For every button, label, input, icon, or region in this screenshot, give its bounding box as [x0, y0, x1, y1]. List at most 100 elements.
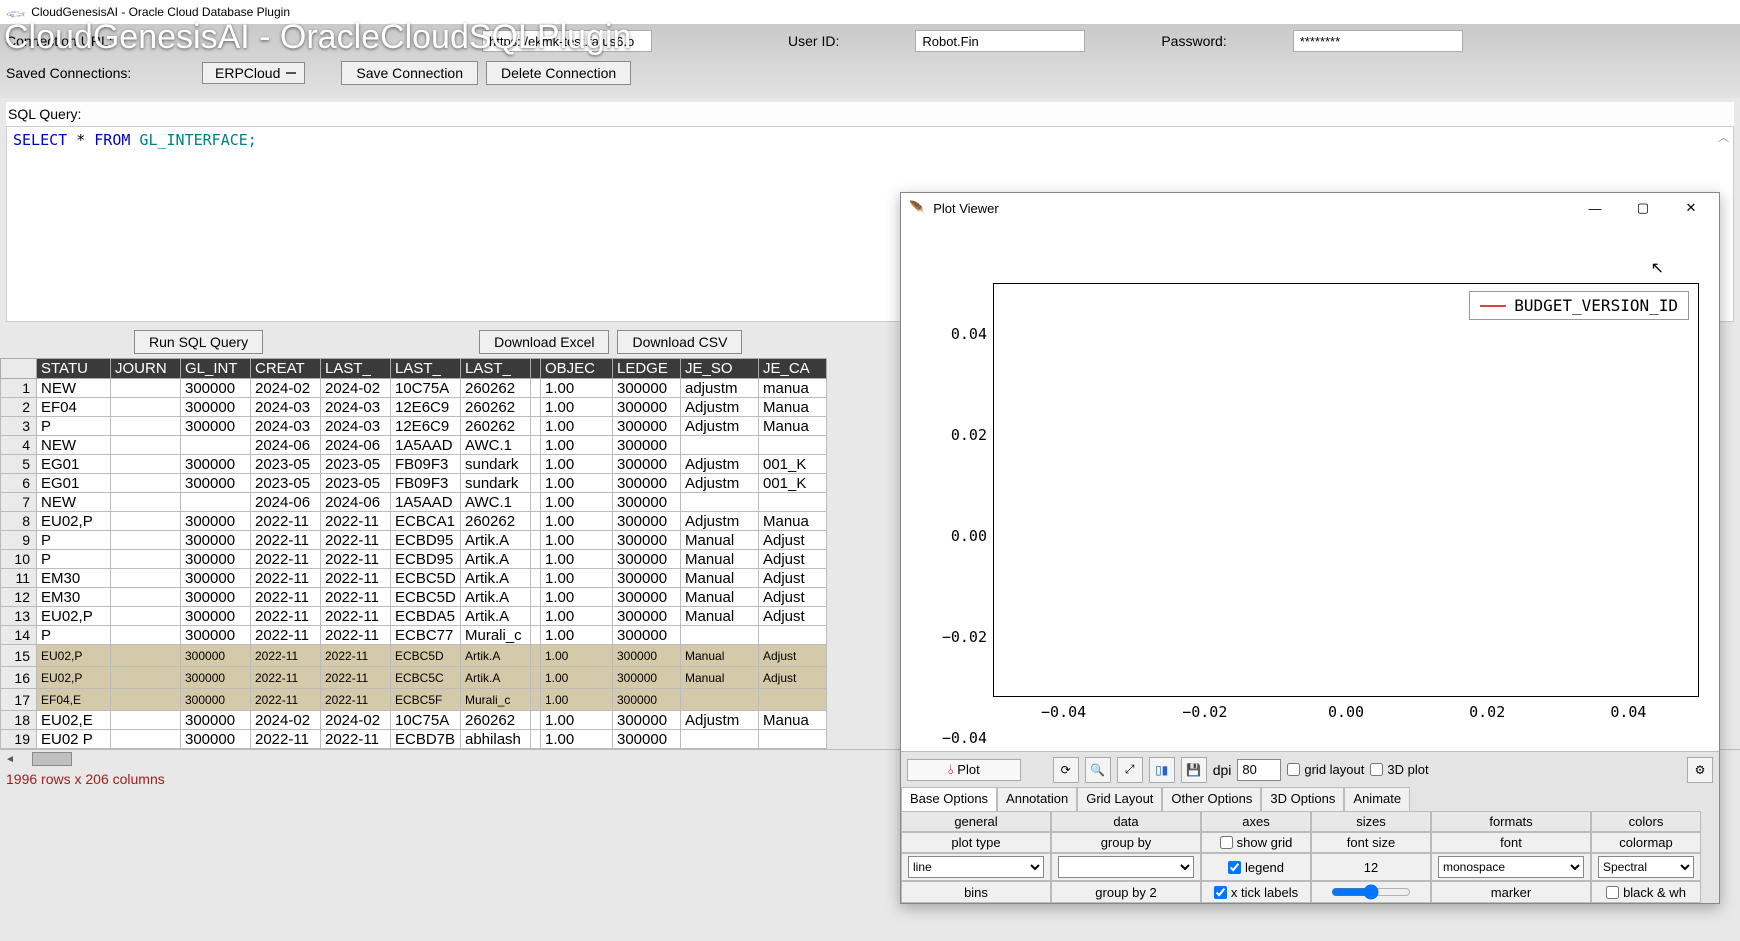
- bar-chart-icon[interactable]: ▯▮: [1149, 757, 1175, 783]
- column-header[interactable]: OBJEC: [541, 359, 613, 379]
- delete-connection-button[interactable]: Delete Connection: [486, 61, 631, 85]
- options-label: colormap: [1591, 832, 1701, 853]
- size-slider[interactable]: [1331, 884, 1411, 900]
- options-label: group by 2: [1051, 881, 1201, 903]
- black-white-checkbox[interactable]: black & wh: [1606, 885, 1686, 900]
- options-tab[interactable]: 3D Options: [1261, 787, 1344, 811]
- plot-toolbar: ⫰ Plot ⟳ 🔍 ⤢ ▯▮ 💾 dpi grid layout 3D plo…: [901, 751, 1719, 787]
- table-row[interactable]: 10P3000002022-112022-11ECBD95Artik.A1.00…: [1, 550, 827, 569]
- run-sql-button[interactable]: Run SQL Query: [134, 330, 263, 354]
- x-tick-label: 0.00: [1328, 703, 1364, 721]
- table-row[interactable]: 3P3000002024-032024-0312E6C92602621.0030…: [1, 417, 827, 436]
- tk-icon: 🪶: [909, 200, 925, 216]
- options-tab[interactable]: Grid Layout: [1077, 787, 1162, 811]
- x-tick-label: −0.04: [1041, 703, 1086, 721]
- options-group-header: colors: [1591, 811, 1701, 832]
- table-row[interactable]: 12EM303000002022-112022-11ECBC5DArtik.A1…: [1, 588, 827, 607]
- options-group-header: general: [901, 811, 1051, 832]
- table-row[interactable]: 19EU02 P3000002022-112022-11ECBD7Babhila…: [1, 730, 827, 749]
- zoom-icon[interactable]: 🔍: [1085, 757, 1111, 783]
- scroll-up-icon[interactable]: ︿: [1718, 129, 1729, 145]
- y-tick-label: −0.02: [917, 628, 987, 646]
- options-label: font size: [1311, 832, 1431, 853]
- download-excel-button[interactable]: Download Excel: [479, 330, 609, 354]
- scroll-left-icon[interactable]: ◄: [2, 751, 18, 767]
- plot-button[interactable]: ⫰ Plot: [907, 759, 1021, 781]
- results-table[interactable]: STATUJOURNGL_INTCREATLAST_LAST_LAST_OBJE…: [0, 358, 827, 749]
- table-row[interactable]: 16EU02,P3000002022-112022-11ECBC5CArtik.…: [1, 667, 827, 689]
- column-header[interactable]: LEDGE: [613, 359, 681, 379]
- table-row[interactable]: 11EM303000002022-112022-11ECBC5DArtik.A1…: [1, 569, 827, 588]
- save-connection-button[interactable]: Save Connection: [341, 61, 478, 85]
- gear-icon[interactable]: ⚙: [1687, 757, 1713, 783]
- options-group-header: sizes: [1311, 811, 1431, 832]
- table-row[interactable]: 14P3000002022-112022-11ECBC77Murali_c1.0…: [1, 626, 827, 645]
- plot-canvas: BUDGET_VERSION_ID −0.04−0.020.000.020.04…: [901, 223, 1719, 751]
- table-row[interactable]: 2EF043000002024-032024-0312E6C92602621.0…: [1, 398, 827, 417]
- connection-panel: Connection URL: User ID: Password: Saved…: [0, 24, 1740, 98]
- column-header[interactable]: JE_CA: [759, 359, 827, 379]
- table-row[interactable]: 17EF04,E3000002022-112022-11ECBC5FMurali…: [1, 689, 827, 711]
- plot-viewer-titlebar[interactable]: 🪶 Plot Viewer — ▢ ✕: [901, 193, 1719, 223]
- options-tab[interactable]: Base Options: [901, 787, 997, 811]
- table-row[interactable]: 5EG013000002023-052023-05FB09F3sundark1.…: [1, 455, 827, 474]
- column-header[interactable]: LAST_: [321, 359, 391, 379]
- app-title: CloudGenesisAI - Oracle Cloud Database P…: [31, 5, 290, 19]
- table-row[interactable]: 7NEW2024-062024-061A5AADAWC.11.00300000: [1, 493, 827, 512]
- column-header[interactable]: JOURN: [111, 359, 181, 379]
- userid-input[interactable]: [915, 30, 1085, 52]
- plot-viewer-title: Plot Viewer: [933, 201, 999, 216]
- password-label: Password:: [1161, 33, 1226, 49]
- column-header[interactable]: [1, 359, 37, 379]
- saved-connections-dropdown[interactable]: ERPCloud: [202, 62, 305, 84]
- password-input[interactable]: [1293, 30, 1463, 52]
- legend-label: BUDGET_VERSION_ID: [1514, 296, 1678, 315]
- options-tab[interactable]: Annotation: [997, 787, 1077, 811]
- table-row[interactable]: 4NEW2024-062024-061A5AADAWC.11.00300000: [1, 436, 827, 455]
- table-row[interactable]: 8EU02,P3000002022-112022-11ECBCA12602621…: [1, 512, 827, 531]
- options-label: plot type: [901, 832, 1051, 853]
- x-tick-labels-checkbox[interactable]: x tick labels: [1214, 885, 1298, 900]
- options-label: font: [1431, 832, 1591, 853]
- column-header[interactable]: [531, 359, 541, 379]
- plot-viewer-window: 🪶 Plot Viewer — ▢ ✕ BUDGET_VERSION_ID −0…: [900, 192, 1720, 904]
- table-row[interactable]: 9P3000002022-112022-11ECBD95Artik.A1.003…: [1, 531, 827, 550]
- save-icon[interactable]: 💾: [1181, 757, 1207, 783]
- maximize-button[interactable]: ▢: [1623, 194, 1663, 222]
- close-button[interactable]: ✕: [1671, 194, 1711, 222]
- table-row[interactable]: 6EG013000002023-052023-05FB09F3sundark1.…: [1, 474, 827, 493]
- options-group-header: data: [1051, 811, 1201, 832]
- connection-url-input[interactable]: [482, 30, 652, 52]
- dpi-input[interactable]: [1237, 759, 1281, 781]
- table-row[interactable]: 1NEW3000002024-022024-0210C75A2602621.00…: [1, 379, 827, 398]
- column-header[interactable]: STATU: [37, 359, 111, 379]
- table-row[interactable]: 13EU02,P3000002022-112022-11ECBDA5Artik.…: [1, 607, 827, 626]
- saved-connections-label: Saved Connections:: [6, 65, 156, 81]
- column-header[interactable]: LAST_: [391, 359, 461, 379]
- 3d-plot-checkbox[interactable]: 3D plot: [1370, 762, 1428, 777]
- table-row[interactable]: 15EU02,P3000002022-112022-11ECBC5DArtik.…: [1, 645, 827, 667]
- group-by-select[interactable]: [1058, 856, 1194, 878]
- y-tick-label: 0.04: [917, 325, 987, 343]
- column-header[interactable]: GL_INT: [181, 359, 251, 379]
- options-group-header: formats: [1431, 811, 1591, 832]
- legend-checkbox[interactable]: legend: [1228, 860, 1284, 875]
- column-header[interactable]: JE_SO: [681, 359, 759, 379]
- table-row[interactable]: 18EU02,E3000002024-022024-0210C75A260262…: [1, 711, 827, 730]
- column-header[interactable]: LAST_: [461, 359, 531, 379]
- download-csv-button[interactable]: Download CSV: [617, 330, 742, 354]
- column-header[interactable]: CREAT: [251, 359, 321, 379]
- chart-axes: [993, 283, 1699, 697]
- refresh-icon[interactable]: ⟳: [1053, 757, 1079, 783]
- show-grid-checkbox[interactable]: show grid: [1201, 832, 1311, 853]
- zoom-reset-icon[interactable]: ⤢: [1117, 757, 1143, 783]
- minimize-button[interactable]: —: [1575, 194, 1615, 222]
- grid-layout-checkbox[interactable]: grid layout: [1287, 762, 1364, 777]
- options-group-header: axes: [1201, 811, 1311, 832]
- options-tab[interactable]: Animate: [1344, 787, 1410, 811]
- font-select[interactable]: monospace: [1438, 856, 1584, 878]
- options-tab[interactable]: Other Options: [1162, 787, 1261, 811]
- scrollbar-thumb[interactable]: [32, 752, 72, 766]
- plot-type-select[interactable]: line: [908, 856, 1044, 878]
- colormap-select[interactable]: Spectral: [1598, 856, 1694, 878]
